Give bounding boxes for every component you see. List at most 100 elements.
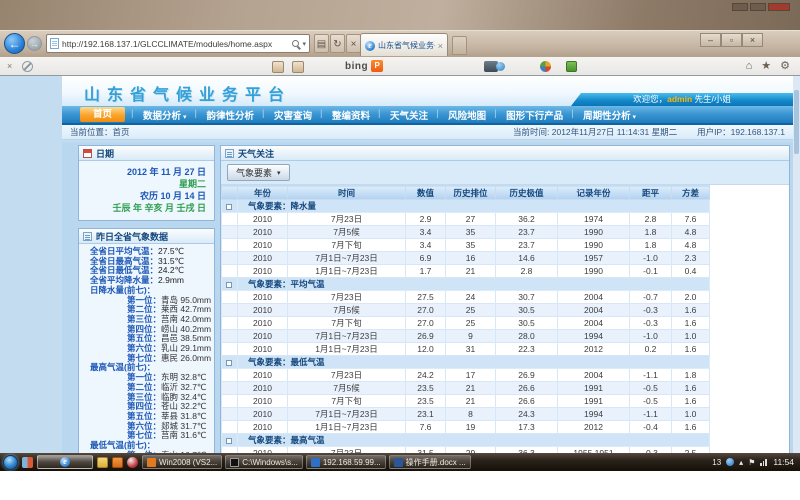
- table-row[interactable]: 20107月下旬23.52126.61991-0.51.6: [222, 395, 710, 408]
- table-row[interactable]: 20107月5候3.43523.719901.84.8: [222, 226, 710, 239]
- table-row[interactable]: 20107月5候27.02530.52004-0.31.6: [222, 304, 710, 317]
- nav-item-首页[interactable]: 首页: [80, 107, 125, 122]
- table-row[interactable]: 20101月1日~7月23日1.7212.81990-0.10.4: [222, 265, 710, 278]
- tab-close-icon[interactable]: ×: [438, 41, 443, 51]
- maximize-button[interactable]: ▫: [721, 33, 742, 47]
- user-ip: 用户IP：192.168.137.1: [697, 126, 785, 138]
- taskbar-window-vm-icon[interactable]: Win2008 (VS2...: [142, 455, 222, 469]
- cell: 1994: [558, 408, 630, 421]
- network-icon[interactable]: [760, 459, 768, 466]
- cell: 7月23日: [288, 291, 406, 304]
- puzzle-addon-icon[interactable]: [566, 61, 577, 72]
- nav-item-灾害查询[interactable]: 灾害查询: [264, 108, 322, 122]
- media-player-icon[interactable]: [127, 457, 138, 468]
- chevron-down-icon[interactable]: ▾: [302, 40, 306, 48]
- table-row[interactable]: 20107月下旬27.02530.52004-0.31.6: [222, 317, 710, 330]
- cell: -0.5: [630, 382, 672, 395]
- url-text[interactable]: http://192.168.137.1/GLCCLIMATE/modules/…: [62, 39, 289, 49]
- table-row[interactable]: 20107月1日~7月23日6.91614.61957-1.02.3: [222, 252, 710, 265]
- cell: 30.5: [496, 317, 558, 330]
- panel-icon: [225, 149, 234, 158]
- home-icon[interactable]: ⌂: [746, 60, 753, 73]
- tile-addon-icon[interactable]: [272, 61, 284, 73]
- cell: 7月下旬: [288, 395, 406, 408]
- cell: 2010: [238, 369, 288, 382]
- table-row[interactable]: 20107月1日~7月23日23.1824.31994-1.11.0: [222, 408, 710, 421]
- bg-maximize-button[interactable]: [750, 3, 766, 11]
- cell: 26.6: [496, 395, 558, 408]
- checkbox[interactable]: [226, 282, 232, 288]
- cell: 7.6: [672, 213, 710, 226]
- taskbar-clock[interactable]: 11:54: [773, 457, 794, 467]
- search-icon[interactable]: [292, 40, 299, 47]
- nav-item-韵律性分析[interactable]: 韵律性分析: [197, 108, 265, 122]
- nav-item-整编资料[interactable]: 整编资料: [322, 108, 380, 122]
- cell: 2010: [238, 382, 288, 395]
- table-toolbar: 气象要素 ▾: [221, 161, 789, 185]
- nav-item-图形下行产品[interactable]: 图形下行产品: [496, 108, 573, 122]
- rank-label: 第三位：: [127, 392, 161, 402]
- group-row: 气象要素：最低气温: [222, 356, 710, 369]
- rank-value: 东明 32.8℃: [161, 372, 206, 382]
- scrollbar-thumb[interactable]: [794, 90, 799, 154]
- table-row[interactable]: 20107月1日~7月23日26.9928.01994-1.01.0: [222, 330, 710, 343]
- table-row[interactable]: 20107月23日27.52430.72004-0.72.0: [222, 291, 710, 304]
- page-scrollbar[interactable]: [793, 76, 800, 455]
- taskbar-window-rdp-icon[interactable]: 192.168.59.99...: [306, 455, 386, 469]
- new-tab-button[interactable]: [452, 36, 467, 55]
- cell: 2010: [238, 408, 288, 421]
- page-icon: [50, 38, 59, 49]
- rank-label: 第四位：: [127, 401, 161, 411]
- cell: 1.7: [406, 265, 446, 278]
- blocked-icon: [22, 61, 33, 72]
- table-row[interactable]: 20101月1日~7月23日7.61917.32012-0.41.6: [222, 421, 710, 434]
- explorer-icon[interactable]: [97, 457, 108, 468]
- table-row[interactable]: 20107月23日2.92736.219742.87.6: [222, 213, 710, 226]
- table-row[interactable]: 20107月5候23.52126.61991-0.51.6: [222, 382, 710, 395]
- close-button[interactable]: ×: [742, 33, 763, 47]
- nav-item-风险地图[interactable]: 风险地图: [438, 108, 496, 122]
- show-hidden-icons-chevron[interactable]: ▴: [739, 458, 743, 467]
- colorful-addon-icon[interactable]: [540, 61, 551, 72]
- taskbar-ie-active-button[interactable]: e: [37, 455, 93, 469]
- stop-button[interactable]: ×: [346, 34, 361, 53]
- back-button[interactable]: ←: [4, 33, 25, 54]
- checkbox[interactable]: [226, 204, 232, 210]
- compatibility-button[interactable]: ▤: [314, 34, 329, 53]
- taskbar-window-word-icon[interactable]: 操作手册.docx ...: [389, 455, 471, 469]
- tray-app-icon[interactable]: [726, 458, 734, 466]
- taskbar-window-cmd-icon[interactable]: C:\Windows\s...: [225, 455, 303, 469]
- taskbar-window-label: C:\Windows\s...: [242, 458, 298, 467]
- taskbar-app-icon[interactable]: [112, 457, 123, 468]
- browser-tab[interactable]: e 山东省气候业务平... ×: [360, 33, 448, 57]
- bing-toolbar[interactable]: bing P: [345, 60, 383, 72]
- checkbox[interactable]: [226, 438, 232, 444]
- rank-label: 第六位：: [127, 343, 161, 353]
- media-addon-icon[interactable]: [484, 61, 498, 72]
- table-row[interactable]: 20101月1日~7月23日12.03122.320120.21.6: [222, 343, 710, 356]
- forward-button[interactable]: →: [27, 36, 42, 51]
- desktop-background: [0, 0, 800, 30]
- action-center-flag-icon[interactable]: ⚑: [748, 458, 755, 467]
- pinned-app-icon[interactable]: [22, 457, 33, 468]
- rank-label: 第二位：: [127, 382, 161, 392]
- refresh-button[interactable]: ↻: [330, 34, 345, 53]
- addon-close-icon[interactable]: ×: [7, 61, 12, 71]
- favorites-star-icon[interactable]: ★: [761, 60, 771, 73]
- address-bar[interactable]: http://192.168.137.1/GLCCLIMATE/modules/…: [46, 34, 310, 53]
- tile-addon-icon2[interactable]: [292, 61, 304, 73]
- table-row[interactable]: 20107月下旬3.43523.719901.84.8: [222, 239, 710, 252]
- nav-item-天气关注[interactable]: 天气关注: [380, 108, 438, 122]
- table-row[interactable]: 20107月23日24.21726.92004-1.11.8: [222, 369, 710, 382]
- cell: 1.8: [630, 239, 672, 252]
- bg-close-button[interactable]: [768, 3, 790, 11]
- element-filter-button[interactable]: 气象要素 ▾: [227, 164, 290, 181]
- cell: 2010: [238, 343, 288, 356]
- minimize-button[interactable]: –: [700, 33, 721, 47]
- nav-item-周期性分析[interactable]: 周期性分析 ▾: [573, 108, 646, 122]
- gear-icon[interactable]: ⚙: [780, 60, 790, 73]
- bg-minimize-button[interactable]: [732, 3, 748, 11]
- nav-item-数据分析[interactable]: 数据分析 ▾: [133, 108, 196, 122]
- checkbox[interactable]: [226, 360, 232, 366]
- start-button[interactable]: [3, 455, 18, 470]
